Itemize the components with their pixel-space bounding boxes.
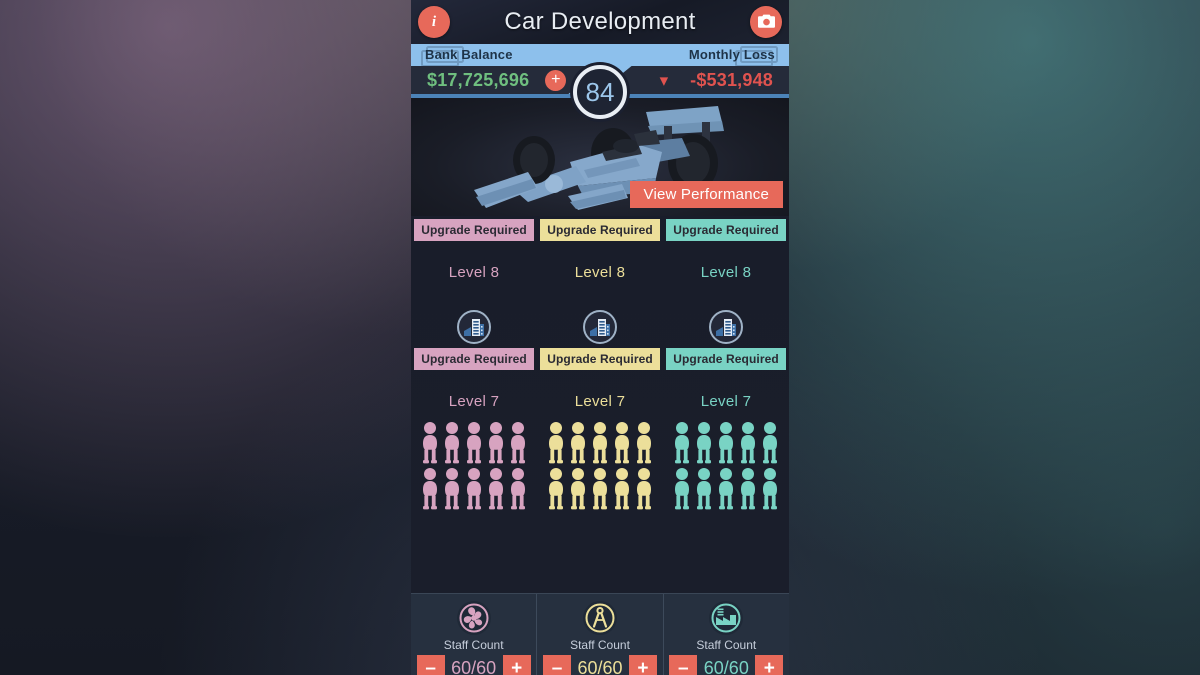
compass-icon-design[interactable] <box>582 601 617 635</box>
bank-balance-value: $17,725,696 <box>427 69 530 90</box>
finance-labels: Bank Balance Monthly Loss <box>411 47 789 66</box>
staff-value-aerodynamics: 60/60 <box>451 657 497 675</box>
title-bar: i Car Development <box>411 0 789 44</box>
add-funds-button[interactable]: + <box>545 69 567 91</box>
staff-figures-manufacturing <box>663 421 789 517</box>
staff-figure-icon <box>487 421 505 465</box>
info-icon: i <box>425 12 443 33</box>
staff-figure-icon <box>613 467 631 511</box>
staff-figure-icon <box>591 467 609 511</box>
staff-figure-icon <box>421 421 439 465</box>
staff-figure-row <box>421 467 527 511</box>
staff-figure-icon <box>635 467 653 511</box>
department-columns: Upgrade Required Level 8 Upgrade Required L… <box>411 216 789 593</box>
staff-figure-icon <box>509 467 527 511</box>
fan-icon-aerodynamics[interactable] <box>456 601 491 635</box>
staff-panel-aerodynamics: Staff Count–60/60+Aerodynamics <box>411 594 536 675</box>
decrease-staff-button-design[interactable]: – <box>542 655 571 675</box>
staff-figure-row <box>547 467 653 511</box>
staff-upgrade-badge-aerodynamics[interactable]: Upgrade Required <box>414 348 534 370</box>
staff-figure-icon <box>547 467 565 511</box>
staff-figure-icon <box>695 467 713 511</box>
facility-upgrade-badge-aerodynamics[interactable]: Upgrade Required <box>414 219 534 241</box>
staff-level-design: Level 7 <box>574 393 626 410</box>
staff-stepper-design: –60/60 + <box>542 655 657 675</box>
staff-level-manufacturing: Level 7 <box>700 393 752 410</box>
department-column-aerodynamics: Upgrade Required Level 8 Upgrade Required L… <box>411 216 537 593</box>
staff-figure-icon <box>443 467 461 511</box>
staff-figure-row <box>547 421 653 465</box>
staff-figures-design <box>537 421 663 517</box>
staff-figure-icon <box>509 421 527 465</box>
building-icon-aerodynamics[interactable] <box>457 310 491 344</box>
staff-figure-row <box>673 467 779 511</box>
staff-figure-icon <box>761 421 779 465</box>
staff-panel-design: Staff Count–60/60+Design <box>536 594 662 675</box>
staff-figure-icon <box>465 467 483 511</box>
factory-icon-manufacturing[interactable] <box>709 601 744 635</box>
staff-figure-icon <box>761 467 779 511</box>
svg-text:i: i <box>432 14 437 30</box>
car-rating-badge: 84 <box>573 65 627 119</box>
staff-figure-icon <box>739 467 757 511</box>
bank-balance-label: Bank Balance <box>425 47 513 62</box>
staff-figure-icon <box>673 467 691 511</box>
facility-level-aerodynamics: Level 8 <box>448 264 500 281</box>
staff-count-label-aerodynamics: Staff Count <box>443 638 504 652</box>
staff-figure-row <box>421 421 527 465</box>
staff-figure-icon <box>465 421 483 465</box>
staff-count-label-design: Staff Count <box>570 638 630 652</box>
staff-value-design: 60/60 <box>577 657 623 675</box>
staff-figure-icon <box>717 421 735 465</box>
facility-level-design: Level 8 <box>574 264 626 281</box>
staff-figure-icon <box>635 421 653 465</box>
decrease-staff-button-manufacturing[interactable]: – <box>669 655 698 675</box>
increase-staff-button-aerodynamics[interactable]: + <box>502 655 531 675</box>
staff-figure-icon <box>443 421 461 465</box>
game-panel: i Car Development Bank Balance Monthly L… <box>411 0 789 675</box>
page-title: Car Development <box>504 8 696 35</box>
facility-upgrade-badge-manufacturing[interactable]: Upgrade Required <box>666 219 786 241</box>
staff-figure-icon <box>739 421 757 465</box>
monthly-loss-label: Monthly Loss <box>688 47 775 62</box>
staff-count-bar: Staff Count–60/60+AerodynamicsStaff Coun… <box>411 593 789 675</box>
staff-stepper-aerodynamics: –60/60 + <box>416 655 531 675</box>
camera-button[interactable] <box>750 6 782 38</box>
staff-figure-icon <box>421 467 439 511</box>
chevron-down-icon: ▾ <box>659 70 669 90</box>
increase-staff-button-manufacturing[interactable]: + <box>755 655 784 675</box>
info-button[interactable]: i <box>418 6 450 38</box>
camera-icon <box>757 13 776 32</box>
staff-figure-icon <box>487 467 505 511</box>
finance-bar: Bank Balance Monthly Loss $17,725,696 + … <box>411 44 789 119</box>
staff-figure-icon <box>547 421 565 465</box>
staff-count-label-manufacturing: Staff Count <box>696 638 757 652</box>
staff-value-manufacturing: 60/60 <box>703 657 749 675</box>
staff-figures-aerodynamics <box>411 421 537 517</box>
staff-upgrade-badge-manufacturing[interactable]: Upgrade Required <box>666 348 786 370</box>
facility-level-manufacturing: Level 8 <box>700 264 752 281</box>
department-column-manufacturing: Upgrade Required Level 8 Upgrade Required L… <box>663 216 789 593</box>
staff-figure-row <box>673 421 779 465</box>
departments-section: Upgrade Required Level 8 Upgrade Required L… <box>411 216 789 593</box>
monthly-loss-value: -$531,948 <box>690 69 773 90</box>
staff-figure-icon <box>695 421 713 465</box>
decrease-staff-button-aerodynamics[interactable]: – <box>416 655 445 675</box>
staff-level-aerodynamics: Level 7 <box>448 393 500 410</box>
staff-upgrade-badge-design[interactable]: Upgrade Required <box>540 348 660 370</box>
building-icon-manufacturing[interactable] <box>709 310 743 344</box>
staff-stepper-manufacturing: –60/60 + <box>669 655 784 675</box>
staff-panel-manufacturing: Staff Count–60/60+Manufacturing <box>662 594 789 675</box>
facility-upgrade-badge-design[interactable]: Upgrade Required <box>540 219 660 241</box>
building-icon-design[interactable] <box>583 310 617 344</box>
view-performance-button[interactable]: View Performance <box>629 181 783 208</box>
staff-figure-icon <box>569 421 587 465</box>
staff-figure-icon <box>591 421 609 465</box>
staff-figure-icon <box>717 467 735 511</box>
staff-figure-icon <box>673 421 691 465</box>
staff-figure-icon <box>613 421 631 465</box>
department-column-design: Upgrade Required Level 8 Upgrade Required L… <box>537 216 663 593</box>
increase-staff-button-design[interactable]: + <box>628 655 657 675</box>
staff-figure-icon <box>569 467 587 511</box>
